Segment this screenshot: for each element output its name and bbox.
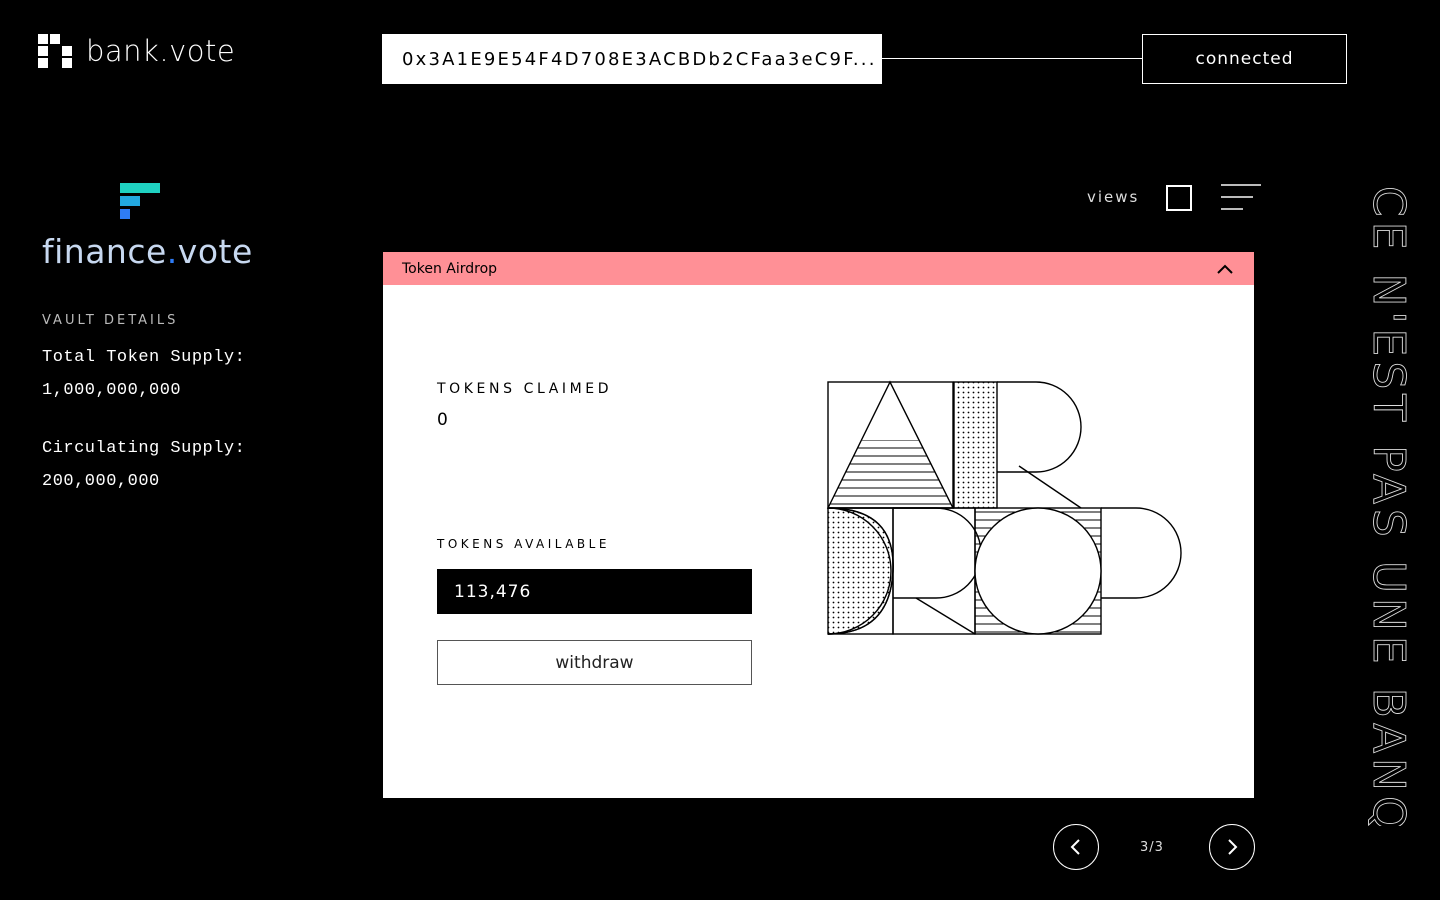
token-airdrop-card: Token Airdrop TOKENS CLAIMED 0 TOKENS AV… — [383, 252, 1254, 798]
airdrop-artwork-icon — [826, 380, 1182, 635]
chevron-left-icon — [1070, 839, 1080, 855]
grid-view-icon[interactable] — [1166, 185, 1192, 211]
bank-vote-logo-icon — [38, 34, 72, 68]
slogan-text: CE N'EST PAS UNE BANQUE — [1363, 186, 1410, 826]
finance-vote-logo-icon — [120, 183, 160, 223]
project-name: finance.vote — [42, 232, 253, 271]
connector-line — [882, 58, 1142, 59]
wallet-address-field[interactable]: 0x3A1E9E54F4D708E3ACBDb2CFaa3eC9F... — [382, 34, 882, 84]
project-name-suffix: vote — [177, 232, 253, 271]
card-header[interactable]: Token Airdrop — [383, 252, 1254, 285]
previous-page-button[interactable] — [1053, 824, 1099, 870]
next-page-button[interactable] — [1209, 824, 1255, 870]
chevron-up-icon[interactable] — [1214, 258, 1236, 280]
project-name-dot: . — [166, 232, 178, 271]
svg-text:CE N'EST PAS UNE BANQUE: CE N'EST PAS UNE BANQUE — [1363, 186, 1410, 826]
views-label: views — [1087, 188, 1140, 206]
page-indicator: 3/3 — [1140, 840, 1164, 855]
connected-button[interactable]: connected — [1142, 34, 1347, 84]
total-supply-value: 1,000,000,000 — [42, 381, 182, 400]
circulating-supply-label: Circulating Supply: — [42, 439, 246, 458]
chevron-right-icon — [1228, 839, 1238, 855]
brand-name: bank.vote — [86, 34, 236, 68]
tokens-claimed-value: 0 — [437, 410, 448, 430]
tokens-claimed-label: TOKENS CLAIMED — [437, 381, 613, 397]
circulating-supply-value: 200,000,000 — [42, 472, 160, 491]
brand[interactable]: bank.vote — [38, 34, 235, 68]
vault-details-heading: VAULT DETAILS — [42, 313, 179, 328]
card-title: Token Airdrop — [402, 260, 498, 277]
total-supply-label: Total Token Supply: — [42, 348, 246, 367]
tokens-available-value: 113,476 — [437, 569, 752, 614]
withdraw-button[interactable]: withdraw — [437, 640, 752, 685]
project-name-main: finance — [42, 232, 167, 271]
list-view-icon[interactable] — [1221, 184, 1261, 212]
tokens-available-label: TOKENS AVAILABLE — [437, 537, 610, 551]
